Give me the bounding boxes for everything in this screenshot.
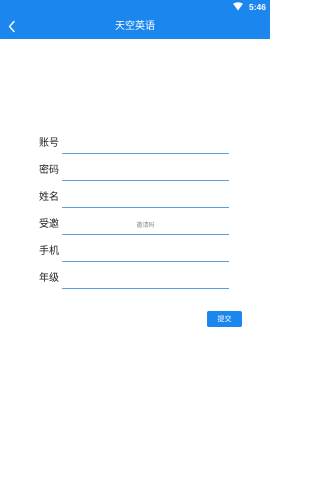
grade-label: 年级 [39, 273, 59, 284]
grade-input[interactable] [62, 270, 229, 289]
status-time: 5:46 [248, 2, 266, 12]
grade-row: 年级 [0, 270, 270, 290]
name-input[interactable] [62, 189, 229, 208]
invite-row: 受邀 [0, 216, 270, 236]
account-input[interactable] [62, 135, 229, 154]
account-label: 账号 [39, 138, 59, 149]
invite-code-input[interactable] [62, 216, 229, 235]
name-label: 姓名 [39, 192, 59, 203]
phone-input[interactable] [62, 243, 229, 262]
app-bar: 天空英语 [0, 14, 270, 39]
submit-button[interactable]: 提交 [207, 311, 242, 327]
wifi-icon [233, 2, 243, 11]
password-input[interactable] [62, 162, 229, 181]
password-label: 密码 [39, 165, 59, 176]
invite-label: 受邀 [39, 219, 59, 230]
phone-label: 手机 [39, 246, 59, 257]
name-row: 姓名 [0, 189, 270, 209]
status-bar: 5:46 [0, 0, 270, 14]
account-row: 账号 [0, 135, 270, 155]
password-row: 密码 [0, 162, 270, 182]
phone-row: 手机 [0, 243, 270, 263]
page-title: 天空英语 [115, 21, 155, 32]
